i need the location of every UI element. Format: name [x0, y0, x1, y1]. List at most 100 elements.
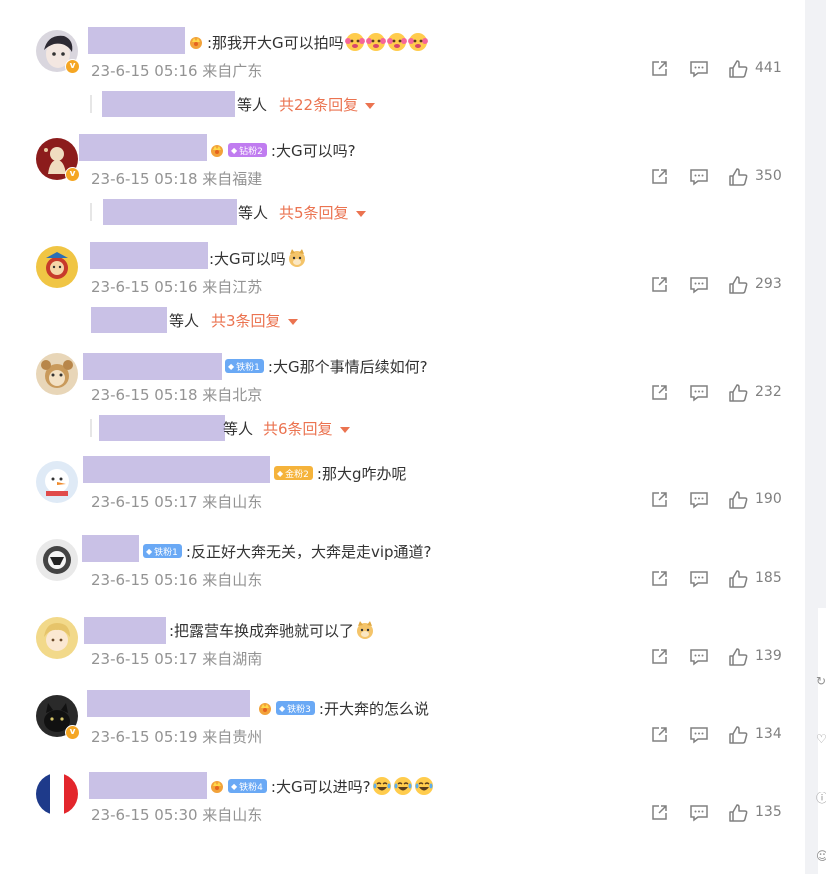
comment-text: :把露营车换成奔驰就可以了 — [169, 621, 355, 640]
caret-down-icon — [339, 426, 350, 433]
verified-badge: v — [65, 725, 80, 740]
username-redacted[interactable] — [83, 353, 222, 380]
comment-icon[interactable] — [689, 803, 709, 823]
like-icon[interactable] — [728, 647, 748, 667]
reply-user-redacted[interactable] — [99, 415, 225, 441]
like-count: 139 — [755, 648, 782, 664]
comment-icon[interactable] — [689, 275, 709, 295]
sidebar-refresh-icon[interactable]: ↻ — [816, 675, 826, 687]
reply-divider — [90, 419, 92, 437]
reply-user-redacted[interactable] — [103, 199, 237, 225]
avatar[interactable] — [36, 617, 78, 659]
cheering-cat-emoji — [365, 33, 386, 51]
share-icon[interactable] — [649, 569, 669, 589]
username-redacted[interactable] — [90, 242, 208, 269]
like-count: 185 — [755, 570, 782, 586]
like-icon[interactable] — [728, 167, 748, 187]
comment-meta: 23-6-15 05:30 来自山东 — [91, 806, 263, 824]
avatar[interactable] — [36, 539, 78, 581]
crown-icon — [211, 781, 223, 793]
comment-icon[interactable] — [689, 647, 709, 667]
comment-icon[interactable] — [689, 167, 709, 187]
avatar[interactable] — [36, 353, 78, 395]
view-replies-link[interactable]: 共22条回复 — [279, 94, 376, 115]
sidebar-user-icon[interactable]: ☺ — [816, 850, 826, 862]
comment-meta: 23-6-15 05:17 来自山东 — [91, 493, 263, 511]
username-redacted[interactable] — [87, 690, 250, 717]
crown-icon — [211, 145, 223, 157]
comment-line: :那我开大G可以拍吗 — [188, 32, 428, 52]
share-icon[interactable] — [649, 167, 669, 187]
like-icon[interactable] — [728, 803, 748, 823]
caret-down-icon — [355, 210, 366, 217]
comment-icon[interactable] — [689, 490, 709, 510]
like-icon[interactable] — [728, 383, 748, 403]
share-icon[interactable] — [649, 59, 669, 79]
username-redacted[interactable] — [83, 456, 270, 483]
comment-actions: 185 — [649, 569, 789, 589]
view-replies-link[interactable]: 共5条回复 — [279, 202, 366, 223]
cheering-cat-emoji — [407, 33, 428, 51]
username-redacted[interactable] — [84, 617, 166, 644]
comment-meta: 23-6-15 05:16 来自山东 — [91, 571, 263, 589]
like-count: 441 — [755, 60, 782, 76]
share-icon[interactable] — [649, 275, 669, 295]
username-redacted[interactable] — [82, 535, 139, 562]
username-redacted[interactable] — [79, 134, 207, 161]
cheering-cat-emoji — [344, 33, 365, 51]
share-icon[interactable] — [649, 725, 669, 745]
comment-actions: 350 — [649, 167, 789, 187]
share-icon[interactable] — [649, 803, 669, 823]
comment-line: ◆ 铁粉1 :反正好大奔无关，大奔是走vip通道? — [143, 541, 431, 561]
reply-suffix: 等人 — [169, 312, 200, 330]
sidebar-heart-icon[interactable]: ♡ — [816, 733, 826, 745]
like-icon[interactable] — [728, 725, 748, 745]
reply-summary: 等人 共3条回复 — [90, 307, 410, 333]
sidebar-info-icon[interactable]: ⓘ — [816, 792, 826, 804]
comment-text: :反正好大奔无关，大奔是走vip通道? — [185, 542, 432, 561]
view-replies-link[interactable]: 共6条回复 — [263, 418, 350, 439]
laughing-tears-emoji — [393, 777, 412, 795]
like-icon[interactable] — [728, 490, 748, 510]
comment-meta: 23-6-15 05:17 来自湖南 — [91, 650, 263, 668]
avatar[interactable] — [36, 461, 78, 503]
fan-badge: ◆ 铁粉1 — [225, 359, 264, 373]
comment-icon[interactable] — [689, 569, 709, 589]
avatar[interactable] — [36, 773, 78, 815]
comment-meta: 23-6-15 05:18 来自福建 — [91, 170, 263, 188]
like-icon[interactable] — [728, 569, 748, 589]
caret-down-icon — [287, 318, 298, 325]
share-icon[interactable] — [649, 647, 669, 667]
comment-actions: 135 — [649, 803, 789, 823]
fan-badge: ◆ 钻粉2 — [228, 143, 267, 157]
username-redacted[interactable] — [89, 772, 207, 799]
reply-user-redacted[interactable] — [91, 307, 167, 333]
view-replies-link[interactable]: 共3条回复 — [211, 310, 298, 331]
reply-summary: 等人 共6条回复 — [90, 415, 410, 441]
crown-icon — [190, 37, 202, 49]
comment-meta: 23-6-15 05:19 来自贵州 — [91, 728, 263, 746]
comment-line: ◆ 金粉2 :那大g咋办呢 — [274, 463, 406, 483]
comment-actions: 139 — [649, 647, 789, 667]
like-icon[interactable] — [728, 275, 748, 295]
username-redacted[interactable] — [88, 27, 185, 54]
comment-icon[interactable] — [689, 725, 709, 745]
verified-badge: v — [65, 59, 80, 74]
comment-icon[interactable] — [689, 59, 709, 79]
fan-badge: ◆ 铁粉3 — [276, 701, 315, 715]
comment-text: :大G可以进吗? — [270, 777, 371, 796]
cheering-cat-emoji — [386, 33, 407, 51]
avatar[interactable] — [36, 246, 78, 288]
comment-line: :大G可以吗 — [209, 248, 307, 268]
reply-user-redacted[interactable] — [102, 91, 235, 117]
like-count: 134 — [755, 726, 782, 742]
like-count: 350 — [755, 168, 782, 184]
comment-meta: 23-6-15 05:16 来自广东 — [91, 62, 263, 80]
comment-line: ◆ 铁粉1 :大G那个事情后续如何? — [225, 356, 428, 376]
crown-icon — [259, 703, 271, 715]
share-icon[interactable] — [649, 490, 669, 510]
comment-meta: 23-6-15 05:16 来自江苏 — [91, 278, 263, 296]
comment-icon[interactable] — [689, 383, 709, 403]
like-icon[interactable] — [728, 59, 748, 79]
share-icon[interactable] — [649, 383, 669, 403]
